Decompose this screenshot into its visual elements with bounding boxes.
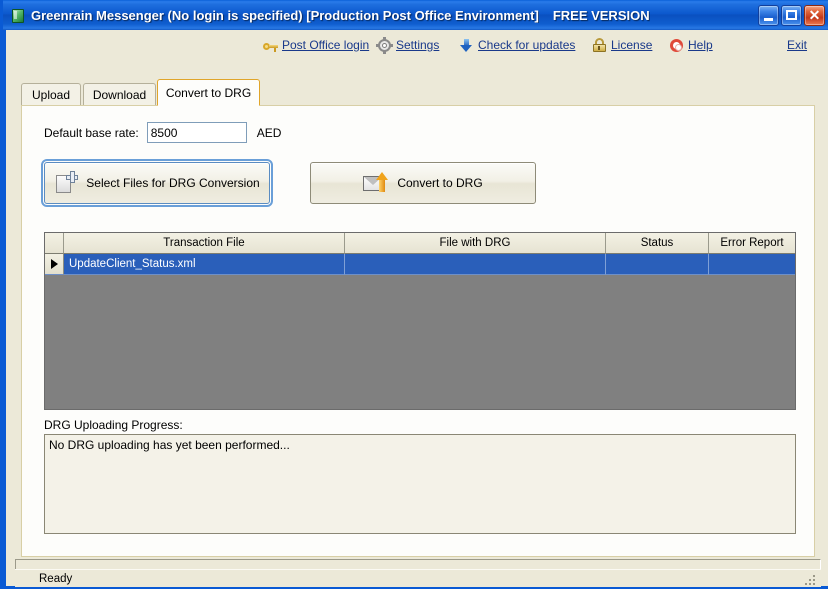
- toolbar-link-post-office-login[interactable]: Post Office login: [263, 35, 369, 55]
- convert-button-label: Convert to DRG: [397, 176, 483, 190]
- toolbar-link-label: License: [611, 38, 653, 52]
- application-window: Greenrain Messenger (No login is specifi…: [0, 0, 828, 589]
- toolbar-link-label: Settings: [396, 38, 440, 52]
- conversion-files-grid[interactable]: Transaction File File with DRG Status Er…: [44, 232, 796, 410]
- close-button[interactable]: ✕: [804, 4, 825, 26]
- tab-convert-to-drg[interactable]: Convert to DRG: [157, 79, 260, 106]
- select-files-button-label: Select Files for DRG Conversion: [86, 176, 260, 190]
- maximize-icon: [782, 6, 801, 25]
- minimize-icon: [759, 6, 778, 25]
- free-version-badge: FREE VERSION: [552, 7, 650, 23]
- envelope-upload-icon: [363, 172, 389, 194]
- client-area: Post Office login Settings Check for upd…: [6, 30, 828, 587]
- grid-header-transaction-file[interactable]: Transaction File: [64, 233, 345, 254]
- currency-label: AED: [256, 125, 282, 140]
- minimize-button[interactable]: [758, 4, 779, 26]
- table-row[interactable]: UpdateClient_Status.xml: [45, 254, 795, 275]
- base-rate-label: Default base rate:: [44, 125, 139, 140]
- grid-header-row: Transaction File File with DRG Status Er…: [45, 233, 795, 254]
- status-text: Ready: [39, 572, 73, 585]
- tab-download[interactable]: Download: [83, 83, 156, 106]
- maximize-button[interactable]: [781, 4, 802, 26]
- tab-upload[interactable]: Upload: [21, 83, 81, 106]
- grid-header-file-with-drg[interactable]: File with DRG: [345, 233, 606, 254]
- cell-transaction-file[interactable]: UpdateClient_Status.xml: [64, 254, 345, 275]
- document-add-icon: [54, 171, 79, 195]
- status-bar: Ready: [15, 569, 821, 587]
- tab-strip: Upload Download Convert to DRG: [21, 79, 815, 106]
- cell-file-with-drg[interactable]: [345, 254, 606, 275]
- toolbar-link-check-for-updates[interactable]: Check for updates: [459, 35, 575, 55]
- tab-label: Upload: [31, 88, 71, 102]
- toolbar-link-help[interactable]: Help: [669, 35, 713, 55]
- window-controls: ✕: [758, 4, 827, 26]
- grid-header-error-report[interactable]: Error Report: [709, 233, 795, 254]
- tab-page-convert-to-drg: Default base rate: AED Select Files for …: [21, 105, 815, 557]
- toolbar-link-label: Check for updates: [478, 38, 576, 52]
- toolbar-link-license[interactable]: License: [592, 35, 652, 55]
- grid-header-status[interactable]: Status: [606, 233, 709, 254]
- toolbar-link-label: Post Office login: [282, 38, 370, 52]
- key-icon: [263, 38, 278, 53]
- toolbar-link-label: Help: [688, 38, 713, 52]
- down-arrow-icon: [459, 38, 474, 53]
- base-rate-input[interactable]: [146, 122, 247, 143]
- progress-label: DRG Uploading Progress:: [44, 418, 183, 432]
- convert-to-drg-button[interactable]: Convert to DRG: [310, 162, 536, 204]
- toolbar: Post Office login Settings Check for upd…: [7, 35, 828, 57]
- help-lifering-icon: [669, 38, 684, 53]
- select-files-button[interactable]: Select Files for DRG Conversion: [41, 159, 273, 207]
- close-icon: ✕: [808, 6, 821, 23]
- grid-header-selector: [45, 233, 64, 254]
- lock-icon: [592, 37, 607, 53]
- progress-log-textarea[interactable]: No DRG uploading has yet been performed.…: [44, 434, 796, 534]
- row-indicator-arrow: [45, 254, 64, 275]
- tab-label: Download: [92, 88, 147, 102]
- window-title: Greenrain Messenger (No login is specifi…: [31, 7, 539, 23]
- toolbar-link-settings[interactable]: Settings: [376, 35, 440, 55]
- cell-error-report[interactable]: [709, 254, 795, 275]
- toolbar-link-label: Exit: [787, 38, 808, 52]
- base-rate-row: Default base rate: AED: [44, 122, 281, 143]
- cell-status[interactable]: [606, 254, 709, 275]
- app-icon: [9, 7, 26, 24]
- toolbar-link-exit[interactable]: Exit: [787, 35, 807, 55]
- resize-grip-icon[interactable]: [804, 572, 817, 585]
- title-bar: Greenrain Messenger (No login is specifi…: [3, 0, 828, 30]
- gear-icon: [376, 36, 393, 54]
- tab-label: Convert to DRG: [165, 85, 252, 100]
